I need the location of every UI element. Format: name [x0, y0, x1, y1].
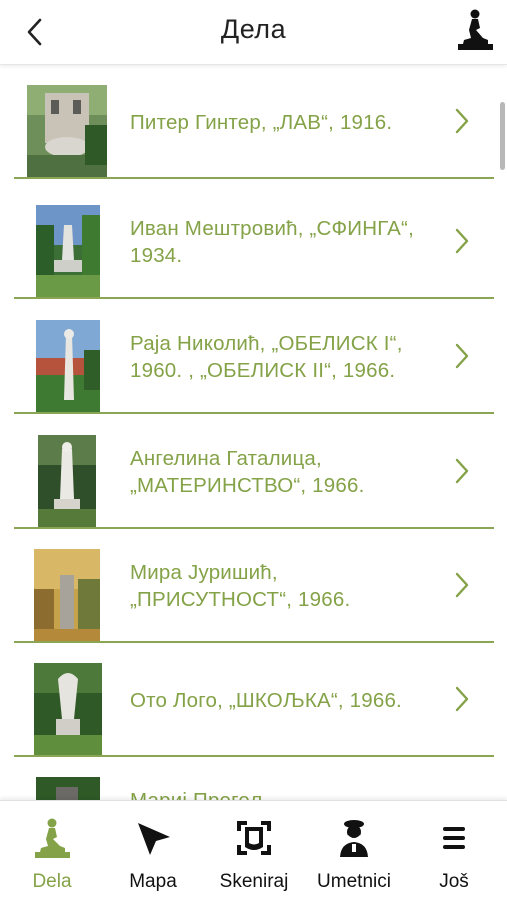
chevron-right-icon: [455, 108, 469, 134]
tab-umetnici[interactable]: Umetnici: [306, 801, 402, 901]
chevron-right-icon: [455, 458, 469, 484]
list-item[interactable]: Иван Мештровић, „СФИНГА“, 1934.: [14, 185, 494, 299]
artwork-thumbnail: [36, 777, 100, 800]
list-item[interactable]: Раја Николић, „ОБЕЛИСК I“, 1960. , „ОБЕЛ…: [14, 300, 494, 414]
scan-icon: [237, 821, 271, 855]
divider: [14, 177, 494, 179]
scrollbar[interactable]: [500, 102, 505, 170]
logo-statue-icon: [458, 9, 493, 50]
chevron-right-icon: [455, 686, 469, 712]
artist-icon: [340, 820, 368, 857]
tab-label: Još: [439, 871, 469, 892]
list-item[interactable]: Ото Лого, „ШКОЉКА“, 1966.: [14, 643, 494, 757]
artwork-thumbnail: [34, 549, 100, 641]
tab-label: Dela: [32, 871, 72, 892]
artwork-thumbnail: [38, 435, 96, 527]
chevron-right-icon: [455, 343, 469, 369]
tab-label: Skeniraj: [219, 871, 289, 892]
tab-skeniraj[interactable]: Skeniraj: [206, 801, 302, 901]
artwork-list[interactable]: Питер Гинтер, „ЛАВ“, 1916. Иван Мештрови…: [0, 65, 507, 800]
item-title: Иван Мештровић, „СФИНГА“, 1934.: [130, 217, 414, 267]
tab-jos[interactable]: Još: [408, 801, 500, 901]
artwork-thumbnail: [27, 85, 107, 177]
list-item[interactable]: Мариј Прегељ, ...: [14, 757, 494, 800]
divider: [14, 297, 494, 299]
chevron-right-icon: [455, 228, 469, 254]
pointer-icon: [138, 823, 170, 855]
item-title: Ото Лого, „ШКОЉКА“, 1966.: [130, 688, 402, 712]
item-title: Питер Гинтер, „ЛАВ“, 1916.: [130, 110, 393, 134]
app-header: Дела: [0, 0, 507, 65]
artwork-thumbnail: [36, 320, 100, 412]
list-item[interactable]: Мира Јуришић, „ПРИСУТНОСТ“, 1966.: [14, 529, 494, 643]
tab-label: Umetnici: [317, 871, 391, 892]
chevron-right-icon: [455, 572, 469, 598]
list-item[interactable]: Ангелина Гаталица, „МАТЕРИНСТВО“, 1966.: [14, 415, 494, 529]
menu-icon: [443, 827, 465, 849]
tab-mapa[interactable]: Mapa: [106, 801, 200, 901]
list-item[interactable]: Питер Гинтер, „ЛАВ“, 1916.: [14, 65, 494, 179]
statue-icon: [35, 818, 70, 858]
item-title: Ангелина Гаталица, „МАТЕРИНСТВО“, 1966.: [130, 447, 365, 497]
item-title: Мира Јуришић, „ПРИСУТНОСТ“, 1966.: [130, 561, 351, 611]
item-title: Мариј Прегељ, ...: [130, 757, 430, 800]
artwork-thumbnail: [36, 205, 100, 297]
bottom-tab-bar: Dela Mapa Skeniraj Umetnici Još: [0, 800, 507, 901]
tab-dela[interactable]: Dela: [6, 801, 98, 901]
item-title: Раја Николић, „ОБЕЛИСК I“, 1960. , „ОБЕЛ…: [130, 332, 403, 382]
tab-label: Mapa: [129, 871, 177, 892]
page-title: Дела: [220, 14, 287, 44]
artwork-thumbnail: [34, 663, 102, 755]
divider: [14, 412, 494, 414]
